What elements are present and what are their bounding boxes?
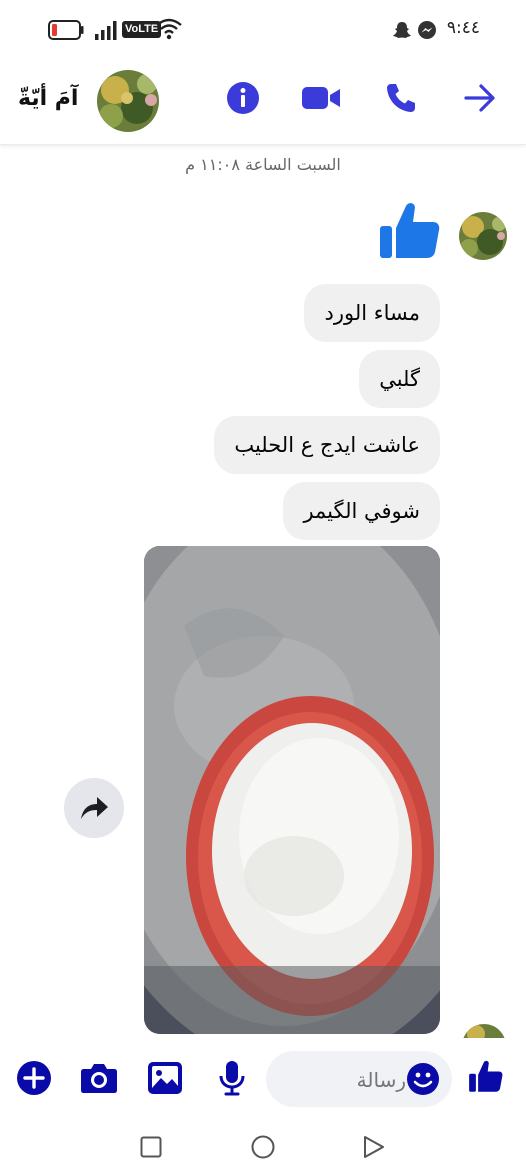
message-bubble[interactable]: عاشت ايدج ع الحليب — [214, 416, 440, 474]
conversation-header: آمَ أيّةّ — [0, 60, 526, 145]
battery-icon — [48, 20, 84, 44]
info-button[interactable] — [223, 78, 263, 118]
arrow-right-icon — [464, 84, 495, 112]
square-icon — [140, 1136, 162, 1158]
add-button[interactable] — [14, 1058, 54, 1098]
microphone-icon — [219, 1061, 245, 1096]
recents-button[interactable] — [140, 1136, 162, 1162]
message-bubble[interactable]: شوفي الگيمر — [283, 482, 440, 540]
send-like-button[interactable] — [466, 1056, 506, 1096]
emoji-icon — [407, 1063, 439, 1095]
message-input[interactable] — [284, 1051, 408, 1109]
voice-message-button[interactable] — [212, 1058, 252, 1098]
composer-bar — [0, 1038, 526, 1122]
forward-arrow-icon — [81, 797, 108, 819]
image-icon — [148, 1062, 182, 1094]
thumbs-up-icon — [469, 1060, 503, 1092]
home-button[interactable] — [251, 1135, 275, 1163]
wifi-icon — [156, 18, 182, 44]
video-call-button[interactable] — [301, 78, 341, 118]
info-icon — [227, 82, 259, 114]
camera-button[interactable] — [79, 1058, 119, 1098]
status-time: ٩:٤٤ — [446, 18, 480, 38]
triangle-icon — [364, 1136, 384, 1158]
message-input-container[interactable] — [266, 1051, 452, 1109]
system-navigation-bar — [0, 1122, 526, 1175]
gallery-button[interactable] — [145, 1058, 185, 1098]
sender-avatar[interactable] — [459, 212, 507, 260]
contact-avatar[interactable] — [97, 70, 159, 132]
message-bubble[interactable]: مساء الورد — [304, 284, 440, 342]
messenger-notification-icon — [417, 20, 437, 44]
signal-icon — [95, 20, 119, 44]
phone-icon — [387, 84, 415, 112]
video-icon — [302, 87, 340, 109]
date-separator: السبت الساعة ١١:٠٨ م — [185, 155, 341, 174]
share-button[interactable] — [64, 778, 124, 838]
message-bubble[interactable]: گلبي — [359, 350, 440, 408]
emoji-button[interactable] — [406, 1062, 440, 1100]
status-bar: VoLTE ٩:٤٤ — [0, 0, 526, 60]
back-nav-button[interactable] — [363, 1135, 385, 1163]
thumbs-up-icon — [380, 203, 440, 258]
plus-icon — [17, 1061, 51, 1095]
snapchat-icon — [392, 20, 412, 44]
back-button[interactable] — [460, 78, 500, 118]
voice-call-button[interactable] — [381, 78, 421, 118]
photo-message[interactable] — [144, 546, 440, 1034]
contact-name[interactable]: آمَ أيّةّ — [18, 86, 78, 111]
camera-icon — [81, 1064, 117, 1093]
circle-icon — [251, 1135, 275, 1159]
thumbs-up-message[interactable] — [378, 198, 442, 266]
